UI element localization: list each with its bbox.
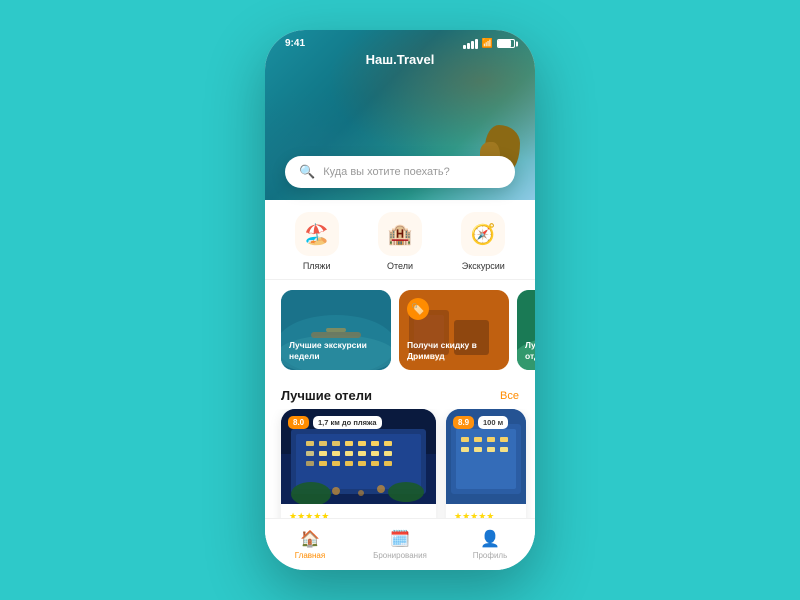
hotels-section-header: Лучшие отели Все — [265, 378, 535, 409]
hotels-scroll: 8.0 1,7 км до пляжа ★★★★★ Отель Respect … — [265, 409, 535, 518]
app-title: Наш.Travel — [366, 52, 435, 67]
signal-bar-4 — [475, 39, 478, 49]
signal-bar-3 — [471, 41, 474, 49]
promo-text-3: Лучший вариант отдыха в Крыму — [525, 340, 535, 362]
promo-scroll: Лучшие экскурсии недели 🏷️ Получи скидку… — [265, 290, 535, 370]
nav-home-label: Главная — [295, 551, 325, 560]
promo-section: Лучшие экскурсии недели 🏷️ Получи скидку… — [265, 280, 535, 378]
promo-card-1[interactable]: Лучшие экскурсии недели — [281, 290, 391, 370]
hotel-image-2: 8.9 100 м — [446, 409, 526, 504]
hotel-rating-2: 8.9 — [453, 416, 474, 429]
hotel-distance-1: 1,7 км до пляжа — [313, 416, 382, 429]
excursions-icon: 🧭 — [471, 222, 496, 247]
bottom-nav: 🏠 Главная 🗓️ Бронирования 👤 Профиль — [265, 518, 535, 570]
hotel-card-1[interactable]: 8.0 1,7 км до пляжа ★★★★★ Отель Respect … — [281, 409, 436, 518]
categories-row: 🏖️ Пляжи 🏨 Отели 🧭 Экскурсии — [265, 200, 535, 280]
nav-profile[interactable]: 👤 Профиль — [445, 529, 535, 560]
promo-text-2: Получи скидку в Дримвуд — [407, 340, 501, 362]
nav-bookings-label: Бронирования — [373, 551, 427, 560]
hotel-stars-1: ★★★★★ — [289, 511, 428, 518]
signal-bar-2 — [467, 43, 470, 49]
excursions-label: Экскурсии — [462, 261, 505, 271]
promo-badge-2: 🏷️ — [407, 298, 429, 320]
hotel-distance-2: 100 м — [478, 416, 508, 429]
battery-icon — [497, 39, 515, 48]
nav-bookings[interactable]: 🗓️ Бронирования — [355, 529, 445, 560]
battery-fill — [498, 40, 511, 47]
profile-icon: 👤 — [480, 529, 500, 549]
category-hotels[interactable]: 🏨 Отели — [378, 212, 422, 271]
category-excursions[interactable]: 🧭 Экскурсии — [461, 212, 505, 271]
nav-home[interactable]: 🏠 Главная — [265, 529, 355, 560]
beaches-icon-wrap: 🏖️ — [295, 212, 339, 256]
promo-text-1: Лучшие экскурсии недели — [289, 340, 383, 362]
bookings-icon: 🗓️ — [390, 529, 410, 549]
hotel-info-2: ★★★★★ Отель R... 📍 Севаст... — [446, 504, 526, 518]
beaches-icon: 🏖️ — [304, 222, 329, 247]
category-beaches[interactable]: 🏖️ Пляжи — [295, 212, 339, 271]
status-time: 9:41 — [285, 38, 305, 49]
search-bar[interactable]: 🔍 Куда вы хотите поехать? — [285, 156, 515, 188]
content-area: 🏖️ Пляжи 🏨 Отели 🧭 Экскурсии — [265, 200, 535, 518]
excursions-icon-wrap: 🧭 — [461, 212, 505, 256]
home-icon: 🏠 — [300, 529, 320, 549]
hotels-icon: 🏨 — [388, 222, 413, 247]
hotels-icon-wrap: 🏨 — [378, 212, 422, 256]
signal-bar-1 — [463, 45, 466, 49]
wifi-icon: 📶 — [482, 38, 493, 49]
hotel-image-1: 8.0 1,7 км до пляжа — [281, 409, 436, 504]
hotels-section-title: Лучшие отели — [281, 388, 372, 403]
hotels-label: Отели — [387, 261, 413, 271]
nav-profile-label: Профиль — [473, 551, 508, 560]
hotel-info-1: ★★★★★ Отель Respect Hall Resort... 📍 Ялт… — [281, 504, 436, 518]
hero-section: 9:41 📶 Наш.Travel 🔍 Куда вы хотите поеха… — [265, 30, 535, 200]
phone-frame: 9:41 📶 Наш.Travel 🔍 Куда вы хотите поеха… — [265, 30, 535, 570]
status-bar: 9:41 📶 — [265, 30, 535, 53]
hotels-all-link[interactable]: Все — [500, 390, 519, 402]
search-icon: 🔍 — [299, 164, 315, 180]
hotel-card-2[interactable]: 8.9 100 м ★★★★★ Отель R... 📍 Севаст... — [446, 409, 526, 518]
promo-card-3[interactable]: Лучший вариант отдыха в Крыму — [517, 290, 535, 370]
hotel-stars-2: ★★★★★ — [454, 511, 518, 518]
beaches-label: Пляжи — [303, 261, 331, 271]
promo-card-2[interactable]: 🏷️ Получи скидку в Дримвуд — [399, 290, 509, 370]
search-placeholder: Куда вы хотите поехать? — [323, 166, 450, 178]
hotel-rating-1: 8.0 — [288, 416, 309, 429]
status-icons: 📶 — [463, 38, 515, 49]
